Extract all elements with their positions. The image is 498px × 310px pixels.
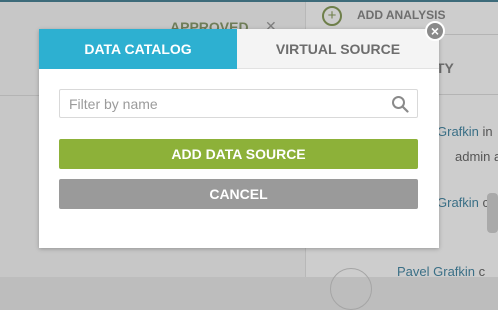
filter-box [59,89,418,118]
tab-virtual-source[interactable]: VIRTUAL SOURCE [237,29,439,69]
add-data-source-button[interactable]: ADD DATA SOURCE [59,139,418,169]
tab-bar: DATA CATALOG VIRTUAL SOURCE [39,29,439,69]
activity-item: Grafkin cr [437,195,493,210]
search-icon[interactable] [391,95,409,113]
filter-input[interactable] [60,90,398,117]
tab-data-catalog[interactable]: DATA CATALOG [39,29,237,69]
avatar [330,268,372,310]
cancel-button[interactable]: CANCEL [59,179,418,209]
add-circle-icon: + [322,6,342,26]
add-analysis-button[interactable]: ADD ANALYSIS [357,8,445,22]
activity-item: Grafkin in [437,124,493,139]
activity-item: admin ad [455,149,498,164]
add-data-source-dialog: DATA CATALOG VIRTUAL SOURCE ADD DATA SOU… [39,29,439,248]
close-icon[interactable]: × [425,21,445,41]
scrollbar[interactable] [487,193,498,233]
